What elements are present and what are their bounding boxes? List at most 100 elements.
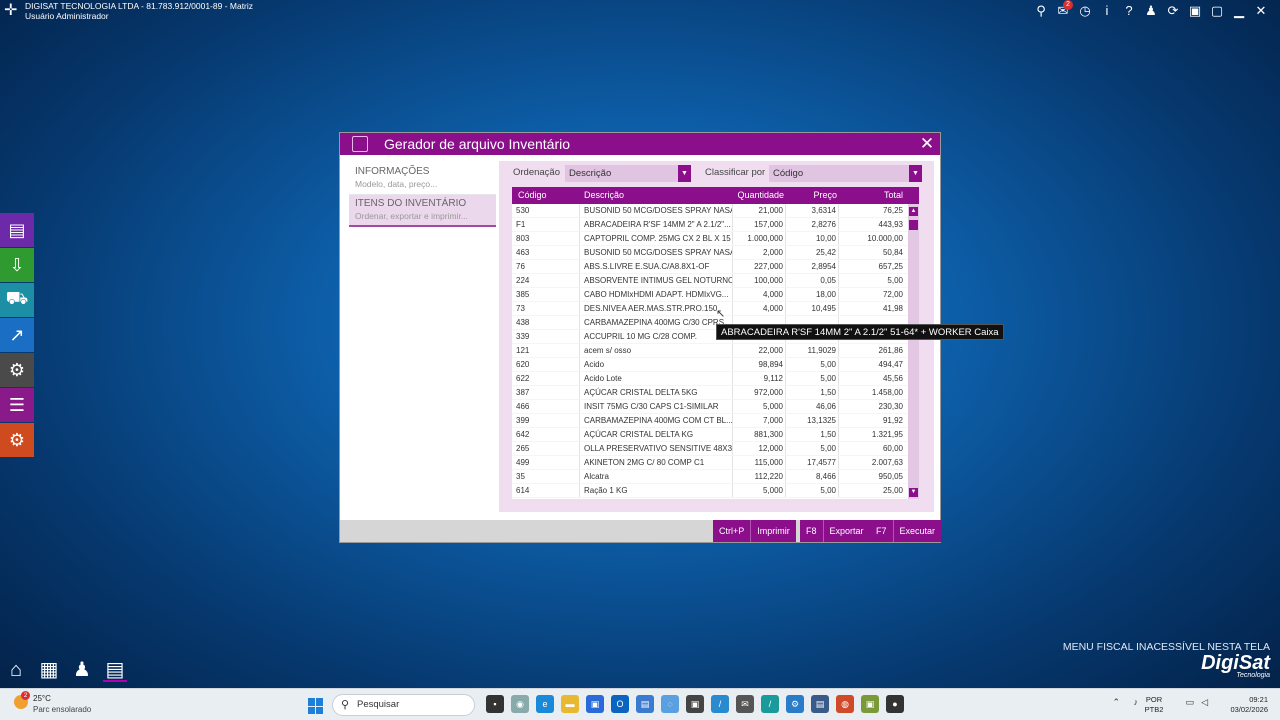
help-icon[interactable]: ?	[1118, 3, 1140, 19]
app-icon[interactable]: ✉	[736, 695, 754, 713]
table-row[interactable]: 387 AÇÚCAR CRISTAL DELTA 5KG 972,000 1,50 1.…	[512, 386, 919, 400]
app-icon[interactable]: ⚙	[786, 695, 804, 713]
explorer-icon[interactable]: ▬	[561, 695, 579, 713]
col-header-descricao[interactable]: Descrição	[580, 187, 733, 204]
scroll-thumb[interactable]	[909, 220, 918, 230]
table-row[interactable]: 642 AÇÚCAR CRISTAL DELTA KG 881,300 1,50 1.3…	[512, 428, 919, 442]
clock[interactable]: 09:21 03/02/2026	[1224, 695, 1268, 715]
table-row[interactable]: 385 CABO HDMIxHDMI ADAPT. HDMIxVG... 4,000…	[512, 288, 919, 302]
table-row[interactable]: 35 Alcatra 112,220 8,466 950,05	[512, 470, 919, 484]
table-row[interactable]: 265 OLLA PRESERVATIVO SENSITIVE 48X3U... 1…	[512, 442, 919, 456]
table-row[interactable]: 803 CAPTOPRIL COMP. 25MG CX 2 BL X 15 1.00…	[512, 232, 919, 246]
col-header-codigo[interactable]: Código	[512, 187, 580, 204]
table-cell: 881,300	[733, 428, 786, 441]
settings-icon[interactable]: ⚙	[0, 353, 34, 387]
users-icon[interactable]: ♟	[1140, 3, 1162, 19]
app-icon[interactable]: ▣	[861, 695, 879, 713]
classificar-select[interactable]: Código ▼	[769, 165, 922, 182]
app-icon[interactable]: ▣	[686, 695, 704, 713]
print-button[interactable]: Ctrl+P Imprimir	[713, 520, 796, 542]
chevron-up-icon[interactable]: ⌃	[1112, 697, 1120, 708]
download-cart-icon[interactable]: ⇩	[0, 248, 34, 282]
volume-icon[interactable]: ◁	[1201, 697, 1208, 708]
task-view-icon[interactable]: ▪	[486, 695, 504, 713]
table-row[interactable]: F1 ABRACADEIRA R'SF 14MM 2" A 2.1/2"... 15…	[512, 218, 919, 232]
table-cell: CABO HDMIxHDMI ADAPT. HDMIxVG...	[580, 288, 733, 301]
windows-start-icon[interactable]	[308, 698, 324, 714]
table-row[interactable]: 620 Acido 98,894 5,00 494,47	[512, 358, 919, 372]
table-cell: 438	[512, 316, 580, 329]
table-header: Código Descrição Quantidade Preço Total	[512, 187, 919, 204]
scrollbar[interactable]: ▲ ▼	[908, 204, 919, 499]
search-icon[interactable]: ⚲	[1030, 3, 1052, 19]
col-header-quantidade[interactable]: Quantidade	[733, 187, 786, 204]
table-cell: 463	[512, 246, 580, 259]
execute-button[interactable]: F7 Executar	[870, 520, 942, 542]
nav-item-itens-inventario[interactable]: ITENS DO INVENTÁRIO Ordenar, exportar e …	[349, 195, 496, 227]
outlook-icon[interactable]: O	[611, 695, 629, 713]
bell-icon[interactable]: ✉ 2	[1052, 0, 1074, 19]
table-cell: 9,112	[733, 372, 786, 385]
shortcut-key: F8	[800, 520, 824, 542]
table-cell: 803	[512, 232, 580, 245]
cart-icon[interactable]: ⛟	[0, 283, 34, 317]
pen-icon[interactable]: /	[711, 695, 729, 713]
table-row[interactable]: 466 INSIT 75MG C/30 CAPS C1-SIMILAR 5,000 4…	[512, 400, 919, 414]
chart-icon[interactable]: ↗	[0, 318, 34, 352]
table-cell: 5,00	[786, 484, 839, 497]
mic-icon[interactable]: ♪	[1134, 697, 1139, 707]
table-row[interactable]: 463 BUSONID 50 MCG/DOSES SPRAY NASA... 2,0…	[512, 246, 919, 260]
report-icon[interactable]: ☰	[0, 388, 34, 422]
language-indicator[interactable]: POR PTB2	[1142, 695, 1166, 715]
app-icon[interactable]: ▤	[811, 695, 829, 713]
table-row[interactable]: 622 Acido Lote 9,112 5,00 45,56	[512, 372, 919, 386]
app-icon[interactable]: ▤	[636, 695, 654, 713]
ordenacao-select[interactable]: Descrição ▼	[565, 165, 691, 182]
lock-icon[interactable]: ▣	[1184, 3, 1206, 19]
table-cell: 1,50	[786, 386, 839, 399]
col-header-total[interactable]: Total	[839, 187, 906, 204]
table-cell: Alcatra	[580, 470, 733, 483]
table-row[interactable]: 614 Ração 1 KG 5,000 5,00 25,00	[512, 484, 919, 498]
close-icon[interactable]: ✕	[918, 133, 936, 155]
table-row[interactable]: 76 ABS.S.LIVRE E.SUA.C/A8.8X1-OF 227,000 2,…	[512, 260, 919, 274]
table-cell: 972,000	[733, 386, 786, 399]
table-cell: AKINETON 2MG C/ 80 COMP C1	[580, 456, 733, 469]
app-icon[interactable]: ●	[886, 695, 904, 713]
table-row[interactable]: 499 AKINETON 2MG C/ 80 COMP C1 115,000 17,4…	[512, 456, 919, 470]
close-app-icon[interactable]: ✕	[1250, 3, 1272, 19]
table-cell: 7,000	[733, 414, 786, 427]
clock-icon[interactable]: ◷	[1074, 3, 1096, 19]
chart-grid-icon[interactable]: ▦	[37, 658, 61, 682]
doc-settings-icon[interactable]: ⚙	[0, 423, 34, 457]
info-icon[interactable]: i	[1096, 3, 1118, 19]
home-icon[interactable]: ⌂	[4, 658, 28, 682]
chrome-icon[interactable]: ◍	[836, 695, 854, 713]
table-cell: 10,00	[786, 232, 839, 245]
people-icon[interactable]: ♟	[70, 658, 94, 682]
export-button[interactable]: F8 Exportar	[800, 520, 870, 542]
col-header-preco[interactable]: Preço	[786, 187, 839, 204]
display-icon[interactable]: ▭	[1185, 697, 1194, 708]
ordenacao-label: Ordenação	[513, 167, 561, 178]
table-row[interactable]: 399 CARBAMAZEPINA 400MG COM CT BL... 7,000…	[512, 414, 919, 428]
table-cell: 25,42	[786, 246, 839, 259]
app-icon[interactable]: ◌	[661, 695, 679, 713]
taskbar-search[interactable]: ⚲ Pesquisar	[332, 694, 475, 716]
unlock-icon[interactable]: ▢	[1206, 3, 1228, 19]
document-icon[interactable]: ▤	[0, 213, 34, 247]
nav-item-informacoes[interactable]: INFORMAÇÕES Modelo, data, preço...	[349, 163, 496, 195]
widget-icon[interactable]: ◉	[511, 695, 529, 713]
sync-icon[interactable]: ⟳	[1162, 3, 1184, 19]
table-row[interactable]: 530 BUSONID 50 MCG/DOSES SPRAY NASA... 21,…	[512, 204, 919, 218]
edge-icon[interactable]: e	[536, 695, 554, 713]
scroll-down-icon[interactable]: ▼	[909, 488, 918, 497]
table-cell: 18,00	[786, 288, 839, 301]
table-row[interactable]: 121 acem s/ osso 22,000 11,9029 261,86	[512, 344, 919, 358]
app-icon[interactable]: /	[761, 695, 779, 713]
table-row[interactable]: 224 ABSORVENTE INTIMUS GEL NOTURNO... 100,…	[512, 274, 919, 288]
scroll-up-icon[interactable]: ▲	[909, 207, 918, 216]
store-icon[interactable]: ▣	[586, 695, 604, 713]
inventory-doc-icon[interactable]: ▤	[103, 658, 127, 682]
minimize-icon[interactable]: ▁	[1228, 3, 1250, 19]
